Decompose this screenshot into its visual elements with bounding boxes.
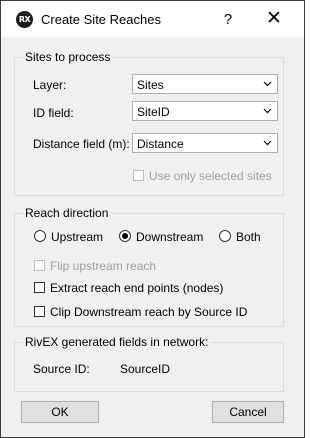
clip-downstream-label: Clip Downstream reach by Source ID — [50, 305, 248, 319]
ok-button[interactable]: OK — [21, 401, 99, 423]
extract-end-points-checkbox[interactable] — [34, 282, 45, 293]
distance-field-label: Distance field (m): — [33, 137, 130, 151]
dialog-window: RX Create Site Reaches ? ✕ Sites to proc… — [0, 0, 305, 438]
downstream-radio[interactable] — [119, 230, 131, 242]
flip-upstream-checkbox[interactable] — [34, 260, 45, 271]
distance-field-select[interactable]: Distance — [132, 133, 278, 153]
layer-label: Layer: — [33, 78, 67, 92]
window-title: Create Site Reaches — [41, 12, 161, 27]
source-id-label: Source ID: — [33, 362, 90, 376]
reach-direction-group-title: Reach direction — [23, 206, 111, 220]
extract-end-points-label: Extract reach end points (nodes) — [50, 281, 224, 295]
both-radio[interactable] — [219, 230, 231, 242]
id-field-select[interactable]: SiteID — [132, 101, 278, 121]
sites-group-title: Sites to process — [23, 50, 113, 64]
flip-upstream-label: Flip upstream reach — [50, 259, 157, 273]
use-selected-sites-checkbox[interactable] — [133, 170, 144, 181]
clip-downstream-checkbox[interactable] — [34, 306, 45, 317]
chevron-down-icon — [263, 108, 272, 114]
chevron-down-icon — [263, 140, 272, 146]
title-bar: RX Create Site Reaches ? ✕ — [1, 1, 304, 37]
upstream-label: Upstream — [51, 230, 104, 244]
both-label: Both — [236, 230, 261, 244]
downstream-label: Downstream — [136, 230, 204, 244]
use-selected-sites-label: Use only selected sites — [149, 169, 272, 183]
radio-selected-dot — [122, 233, 128, 239]
id-field-select-value: SiteID — [137, 105, 170, 119]
chevron-down-icon — [263, 81, 272, 87]
app-logo-icon: RX — [16, 11, 33, 28]
source-id-value: SourceID — [120, 362, 171, 376]
layer-select[interactable]: Sites — [132, 74, 278, 94]
rivex-fields-group-title: RivEX generated fields in network: — [23, 335, 211, 349]
layer-select-value: Sites — [137, 78, 164, 92]
upstream-radio[interactable] — [34, 230, 46, 242]
cancel-button[interactable]: Cancel — [212, 401, 284, 423]
help-button[interactable]: ? — [213, 1, 243, 37]
id-field-label: ID field: — [33, 106, 74, 120]
close-button[interactable]: ✕ — [259, 1, 289, 37]
distance-field-select-value: Distance — [137, 137, 184, 151]
